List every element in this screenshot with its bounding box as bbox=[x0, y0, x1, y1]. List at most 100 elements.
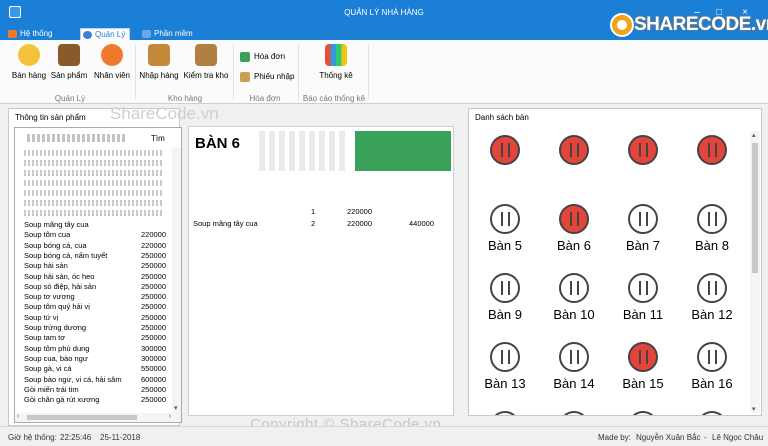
table-partial[interactable] bbox=[475, 411, 535, 415]
table-14[interactable]: Bàn 14 bbox=[544, 342, 604, 404]
order-banner-image bbox=[259, 131, 349, 171]
table-16[interactable]: Bàn 16 bbox=[682, 342, 742, 404]
stock-check-button[interactable]: Kiểm tra kho bbox=[183, 44, 229, 88]
receipt-button[interactable]: Phiếu nhập bbox=[240, 70, 294, 84]
button-label: Bán hàng bbox=[11, 71, 47, 80]
list-item[interactable]: Soup hải sản 250000 bbox=[15, 261, 173, 271]
product-horizontal-scrollbar[interactable]: ‹ › bbox=[15, 413, 173, 422]
staff-button[interactable]: Nhân viên bbox=[92, 44, 132, 88]
button-label: Sản phẩm bbox=[50, 71, 88, 80]
product-list-header: Tìm bbox=[15, 128, 181, 148]
sell-button[interactable]: Bán hàng bbox=[10, 44, 48, 88]
obscured-list-item[interactable] bbox=[24, 210, 164, 216]
list-item[interactable]: Soup mãng tây cua bbox=[15, 220, 173, 230]
obscured-list-item[interactable] bbox=[24, 170, 164, 176]
coin-icon bbox=[18, 44, 40, 66]
list-item[interactable]: Soup sò điệp, hải sản 250000 bbox=[15, 282, 173, 292]
list-item[interactable]: Soup hải sản, óc heo 250000 bbox=[15, 272, 173, 282]
obscured-list-item[interactable] bbox=[24, 180, 164, 186]
table-6[interactable]: Bàn 6 bbox=[544, 204, 604, 266]
product-name: Gỏi chân gà rút xương bbox=[24, 395, 100, 405]
table-3[interactable] bbox=[613, 135, 673, 197]
scroll-left-icon[interactable]: ‹ bbox=[17, 413, 19, 420]
product-price: 250000 bbox=[141, 281, 167, 291]
list-item[interactable]: Soup tứ vị 250000 bbox=[15, 313, 173, 323]
dining-table-icon bbox=[628, 204, 658, 234]
import-button[interactable]: Nhập hàng bbox=[138, 44, 180, 88]
tables-scrollbar[interactable]: ▴ ▾ bbox=[750, 131, 760, 413]
obscured-list-item[interactable] bbox=[24, 160, 164, 166]
list-item[interactable]: Soup tôm phù dung 300000 bbox=[15, 344, 173, 354]
list-item[interactable]: Soup gà, vi cá 550000 bbox=[15, 364, 173, 374]
list-item[interactable]: Soup tôm cua 220000 bbox=[15, 230, 173, 240]
product-name: Soup mãng tây cua bbox=[24, 220, 89, 229]
table-partial[interactable] bbox=[544, 411, 604, 415]
product-name: Gỏi miến trái tim bbox=[24, 384, 79, 394]
table-8[interactable]: Bàn 8 bbox=[682, 204, 742, 266]
product-vertical-scrollbar[interactable]: ▾ bbox=[172, 148, 181, 422]
table-12[interactable]: Bàn 12 bbox=[682, 273, 742, 335]
list-item[interactable]: Soup tôm quý hải vị 250000 bbox=[15, 302, 173, 312]
product-list[interactable]: Tìm Soup mãng tây cua Soup tôm cua 220000 S… bbox=[14, 127, 182, 423]
scroll-down-icon[interactable]: ▾ bbox=[174, 404, 178, 412]
logo-text: SHARECODE.vn bbox=[634, 14, 768, 35]
table-11[interactable]: Bàn 11 bbox=[613, 273, 673, 335]
table-5[interactable]: Bàn 5 bbox=[475, 204, 535, 266]
scroll-thumb[interactable] bbox=[752, 143, 758, 273]
system-icon bbox=[8, 30, 17, 38]
list-item[interactable]: Soup tơ vương 250000 bbox=[15, 292, 173, 302]
ribbon: Bán hàng Sản phẩm Nhân viên Nhập hàng Ki… bbox=[0, 40, 768, 104]
list-item[interactable]: Gỏi miến trái tim 250000 bbox=[15, 385, 173, 395]
table-10[interactable]: Bàn 10 bbox=[544, 273, 604, 335]
table-1[interactable] bbox=[475, 135, 535, 197]
item-name: Soup mãng tây cua bbox=[193, 219, 258, 228]
table-2[interactable] bbox=[544, 135, 604, 197]
dining-table-icon bbox=[628, 411, 658, 415]
product-button[interactable]: Sản phẩm bbox=[50, 44, 88, 88]
scroll-down-icon[interactable]: ▾ bbox=[752, 405, 756, 413]
group-label-quan-ly: Quản Lý bbox=[54, 94, 86, 103]
dining-table-icon bbox=[628, 273, 658, 303]
table-9[interactable]: Bàn 9 bbox=[475, 273, 535, 335]
item-price: 220000 bbox=[347, 219, 373, 228]
scroll-up-icon[interactable]: ▴ bbox=[752, 131, 756, 139]
search-input[interactable] bbox=[27, 134, 127, 142]
list-item[interactable]: Soup trứng dương 250000 bbox=[15, 323, 173, 333]
obscured-list-item[interactable] bbox=[24, 190, 164, 196]
table-label: Bàn 6 bbox=[557, 238, 591, 253]
status-bar: Giờ hệ thống: 22:25:46 25-11-2018 Made b… bbox=[0, 426, 768, 446]
product-price: 250000 bbox=[141, 302, 167, 312]
list-item[interactable]: Soup tam tơ 250000 bbox=[15, 333, 173, 343]
statistics-button[interactable]: Thống kê bbox=[316, 44, 356, 88]
scroll-thumb[interactable] bbox=[27, 415, 137, 420]
list-item[interactable]: Gỏi chân gà rút xương 250000 bbox=[15, 395, 173, 405]
table-13[interactable]: Bàn 13 bbox=[475, 342, 535, 404]
table-4[interactable] bbox=[682, 135, 742, 197]
search-button[interactable]: Tìm bbox=[151, 134, 165, 143]
table-label: Bàn 7 bbox=[626, 238, 660, 253]
obscured-list-item[interactable] bbox=[24, 200, 164, 206]
button-label: Thống kê bbox=[319, 71, 353, 80]
list-item[interactable]: Soup bóng cá, nấm tuyết 250000 bbox=[15, 251, 173, 261]
system-date: 25-11-2018 bbox=[100, 433, 141, 442]
invoice-button[interactable]: Hóa đơn bbox=[240, 50, 285, 64]
group-separator bbox=[368, 44, 369, 100]
manage-icon bbox=[83, 31, 92, 39]
dining-table-icon bbox=[697, 204, 727, 234]
obscured-list-item[interactable] bbox=[24, 150, 164, 156]
dining-table-icon bbox=[490, 273, 520, 303]
current-table-name: BÀN 6 bbox=[195, 135, 241, 152]
list-item[interactable]: Soup bào ngư, vi cá, hải sâm 600000 bbox=[15, 375, 173, 385]
product-name: Soup tôm cua bbox=[24, 230, 71, 240]
table-partial[interactable] bbox=[682, 411, 742, 415]
receipt-icon bbox=[240, 72, 250, 82]
table-7[interactable]: Bàn 7 bbox=[613, 204, 673, 266]
table-partial[interactable] bbox=[613, 411, 673, 415]
dining-table-icon bbox=[628, 135, 658, 165]
list-item[interactable]: Soup cua, bào ngư 300000 bbox=[15, 354, 173, 364]
table-label: Bàn 5 bbox=[488, 238, 522, 253]
scroll-right-icon[interactable]: › bbox=[169, 413, 171, 420]
list-item[interactable]: Soup bóng cá, cua 220000 bbox=[15, 241, 173, 251]
table-15[interactable]: Bàn 15 bbox=[613, 342, 673, 404]
button-label: Hóa đơn bbox=[254, 52, 286, 61]
